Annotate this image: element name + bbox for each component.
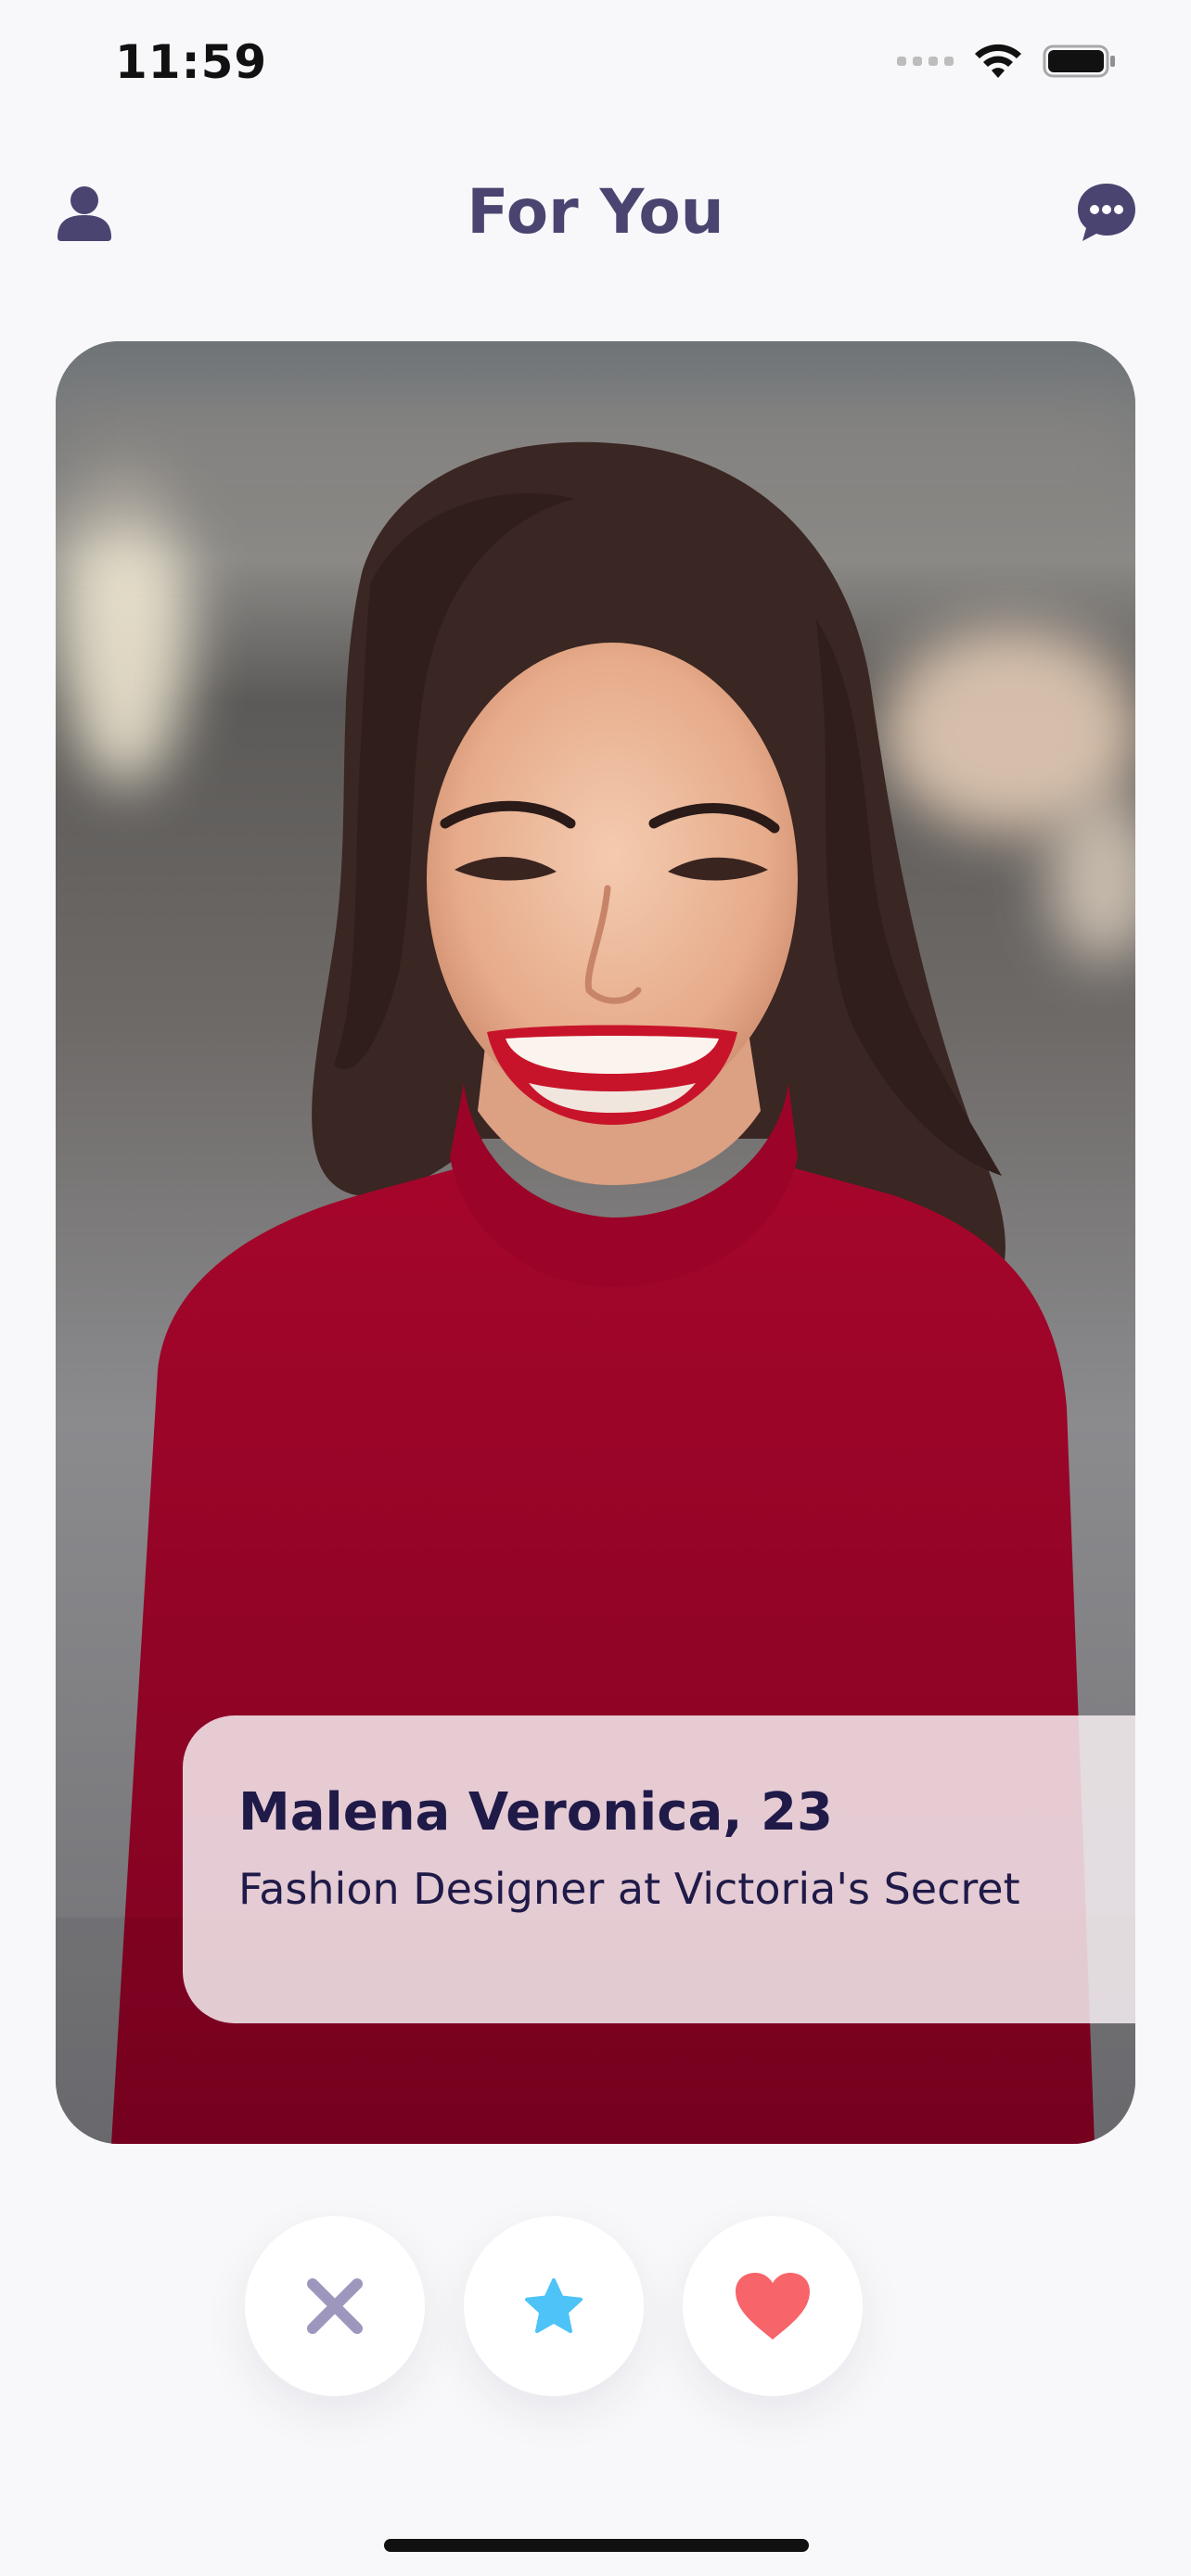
star-icon [525, 2278, 583, 2333]
profile-info-panel[interactable]: Malena Veronica, 23 Fashion Designer at … [183, 1715, 1135, 2023]
profile-name-age: Malena Veronica, 23 [238, 1782, 833, 1843]
cellular-signal-icon [897, 57, 954, 66]
battery-icon [1043, 45, 1115, 78]
page-title: For You [467, 176, 724, 248]
heart-icon [736, 2273, 810, 2340]
chat-bubble-icon [1078, 184, 1135, 241]
profile-job: Fashion Designer at Victoria's Secret [238, 1864, 1020, 1914]
messages-button[interactable] [1074, 180, 1139, 245]
super-like-button[interactable] [464, 2216, 644, 2396]
like-button[interactable] [683, 2216, 863, 2396]
status-time: 11:59 [115, 35, 268, 89]
profile-card[interactable]: Malena Veronica, 23 Fashion Designer at … [56, 341, 1135, 2144]
status-icons [897, 43, 1117, 80]
home-indicator[interactable] [384, 2539, 809, 2552]
x-icon [307, 2278, 363, 2334]
screen: 11:59 For You Malena Veronica, 23 Fashio… [0, 0, 1191, 2576]
wifi-icon [975, 44, 1021, 78]
nope-button[interactable] [245, 2216, 425, 2396]
